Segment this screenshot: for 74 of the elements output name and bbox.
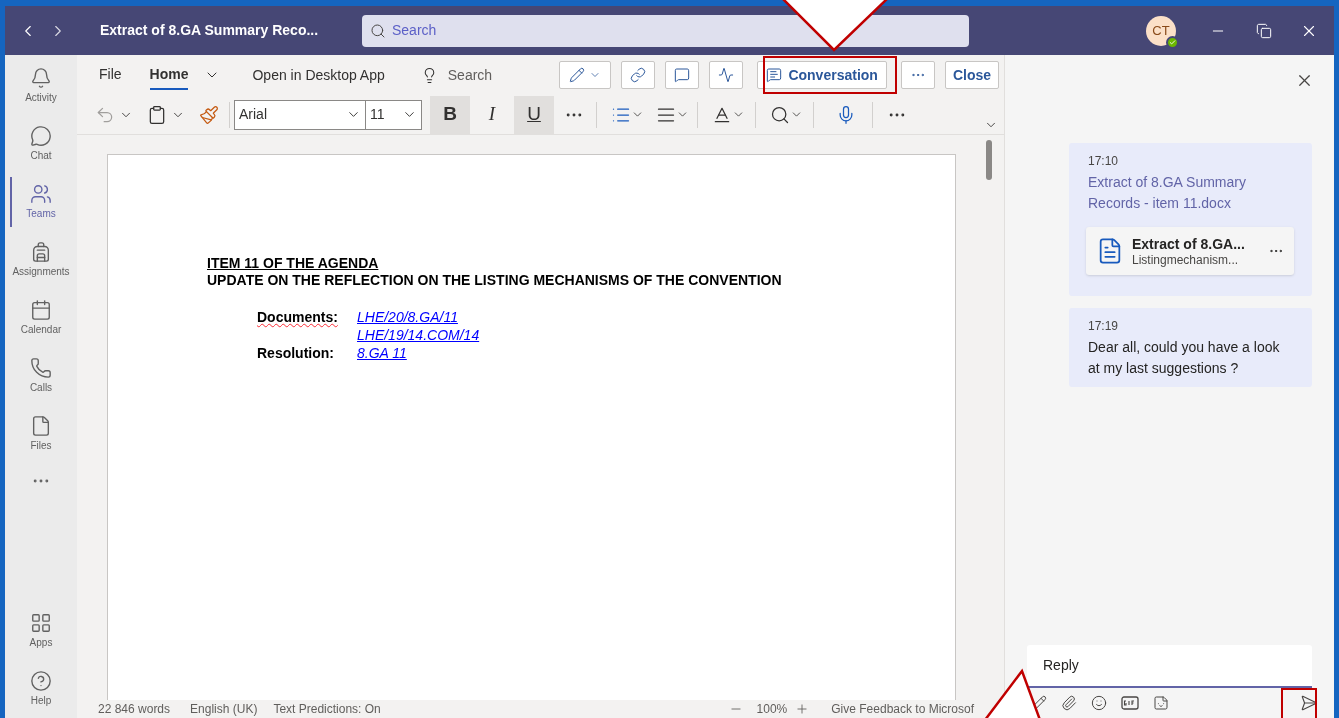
chat-bubble-icon bbox=[30, 125, 52, 147]
rail-item[interactable]: Help bbox=[5, 660, 77, 718]
link-icon bbox=[630, 67, 647, 83]
format-toggle-button[interactable]: I bbox=[472, 95, 512, 134]
conversation-icon bbox=[766, 67, 783, 83]
document-link[interactable]: LHE/19/14.COM/14 bbox=[357, 326, 480, 344]
search-field[interactable]: Search bbox=[362, 14, 969, 47]
gif-icon[interactable] bbox=[1121, 696, 1139, 710]
format-toggle-button[interactable]: B bbox=[430, 95, 470, 134]
file-icon bbox=[30, 415, 52, 437]
comment-icon bbox=[674, 67, 691, 83]
send-icon[interactable] bbox=[1300, 694, 1318, 712]
message-time: 17:10 bbox=[1088, 153, 1119, 170]
file-attachment-card[interactable]: Extract of 8.GA... Listingmechanism... bbox=[1086, 227, 1294, 275]
restore-icon[interactable] bbox=[1256, 22, 1272, 39]
font-name-field[interactable]: Arial bbox=[234, 99, 366, 130]
document-label: Documents: bbox=[257, 308, 339, 326]
window-title: Extract of 8.GA Summary Reco... bbox=[100, 21, 320, 40]
rail-item[interactable]: Chat bbox=[5, 115, 77, 173]
rail-item[interactable]: Assignments bbox=[5, 231, 77, 289]
ribbon-tab[interactable]: File bbox=[99, 60, 122, 90]
format-toggle-button[interactable]: U bbox=[514, 95, 554, 134]
people-icon bbox=[30, 183, 52, 205]
avatar[interactable]: CT bbox=[1146, 15, 1176, 46]
word-count: 22 846 words bbox=[98, 701, 171, 718]
attachment-subtitle: Listingmechanism... bbox=[1132, 253, 1240, 267]
document-title: UPDATE ON THE REFLECTION ON THE LISTING MECHANISMS OF THE CONVENTION bbox=[207, 272, 782, 289]
rail-item[interactable]: Activity bbox=[5, 57, 77, 115]
activity-button[interactable] bbox=[709, 61, 744, 89]
pencil-icon bbox=[569, 67, 586, 83]
rail-item[interactable]: Calendar bbox=[5, 289, 77, 347]
font-size-field[interactable]: 11 bbox=[366, 99, 422, 130]
sticker-icon[interactable] bbox=[1153, 695, 1169, 711]
document-link[interactable]: 8.GA 11 bbox=[357, 344, 407, 362]
message-text: Dear all, could you have a look at my last suggestions ? bbox=[1088, 338, 1281, 378]
conversation-button[interactable]: Conversation bbox=[757, 61, 887, 89]
comment-button[interactable] bbox=[665, 61, 700, 89]
feedback-link[interactable]: Give Feedback to Microsof bbox=[831, 700, 974, 718]
scrollbar-thumb[interactable] bbox=[986, 140, 992, 180]
zoom-level[interactable]: 100% bbox=[756, 700, 788, 718]
highlight-frame bbox=[1281, 688, 1317, 718]
language-status[interactable]: English (UK) bbox=[190, 700, 258, 718]
help-icon bbox=[30, 670, 52, 692]
backpack-icon bbox=[30, 241, 52, 263]
phone-icon bbox=[30, 357, 52, 379]
link-button[interactable] bbox=[621, 61, 656, 89]
attach-icon[interactable] bbox=[1061, 695, 1077, 711]
editing-mode-button[interactable] bbox=[559, 61, 612, 89]
emoji-icon[interactable] bbox=[1091, 695, 1107, 711]
document-link[interactable]: LHE/20/8.GA/11 bbox=[357, 308, 480, 326]
close-button[interactable]: Close bbox=[944, 61, 999, 89]
paintbrush-icon[interactable] bbox=[199, 104, 219, 125]
file-link[interactable]: Extract of 8.GA Summary Records - item 11.docx bbox=[1088, 172, 1293, 214]
rail-item[interactable]: Teams bbox=[5, 173, 77, 231]
search-icon bbox=[370, 22, 386, 39]
calendar-icon bbox=[30, 299, 52, 321]
document-heading: ITEM 11 OF THE AGENDA bbox=[207, 255, 379, 272]
rail-item[interactable]: Files bbox=[5, 405, 77, 463]
ribbon-tab[interactable]: Home bbox=[149, 60, 189, 90]
open-desktop-app-button[interactable]: Open in Desktop App bbox=[252, 64, 385, 86]
text-predictions-status[interactable]: Text Predictions: On bbox=[273, 700, 381, 718]
rail-item[interactable]: Calls bbox=[5, 347, 77, 405]
bell-icon bbox=[30, 67, 52, 89]
tell-me-search-field[interactable]: Search bbox=[447, 64, 493, 86]
pulse-icon bbox=[718, 67, 735, 83]
document-label: Resolution: bbox=[257, 344, 335, 362]
selected-indicator bbox=[10, 177, 12, 227]
clipboard-icon[interactable] bbox=[147, 104, 167, 125]
find-icon[interactable] bbox=[770, 104, 790, 125]
apps-grid-icon bbox=[30, 612, 52, 634]
attachment-name: Extract of 8.GA... bbox=[1132, 235, 1246, 253]
message-time: 17:19 bbox=[1088, 318, 1119, 335]
reply-field[interactable]: Reply bbox=[1027, 645, 1312, 688]
rail-item[interactable]: Apps bbox=[5, 602, 77, 660]
